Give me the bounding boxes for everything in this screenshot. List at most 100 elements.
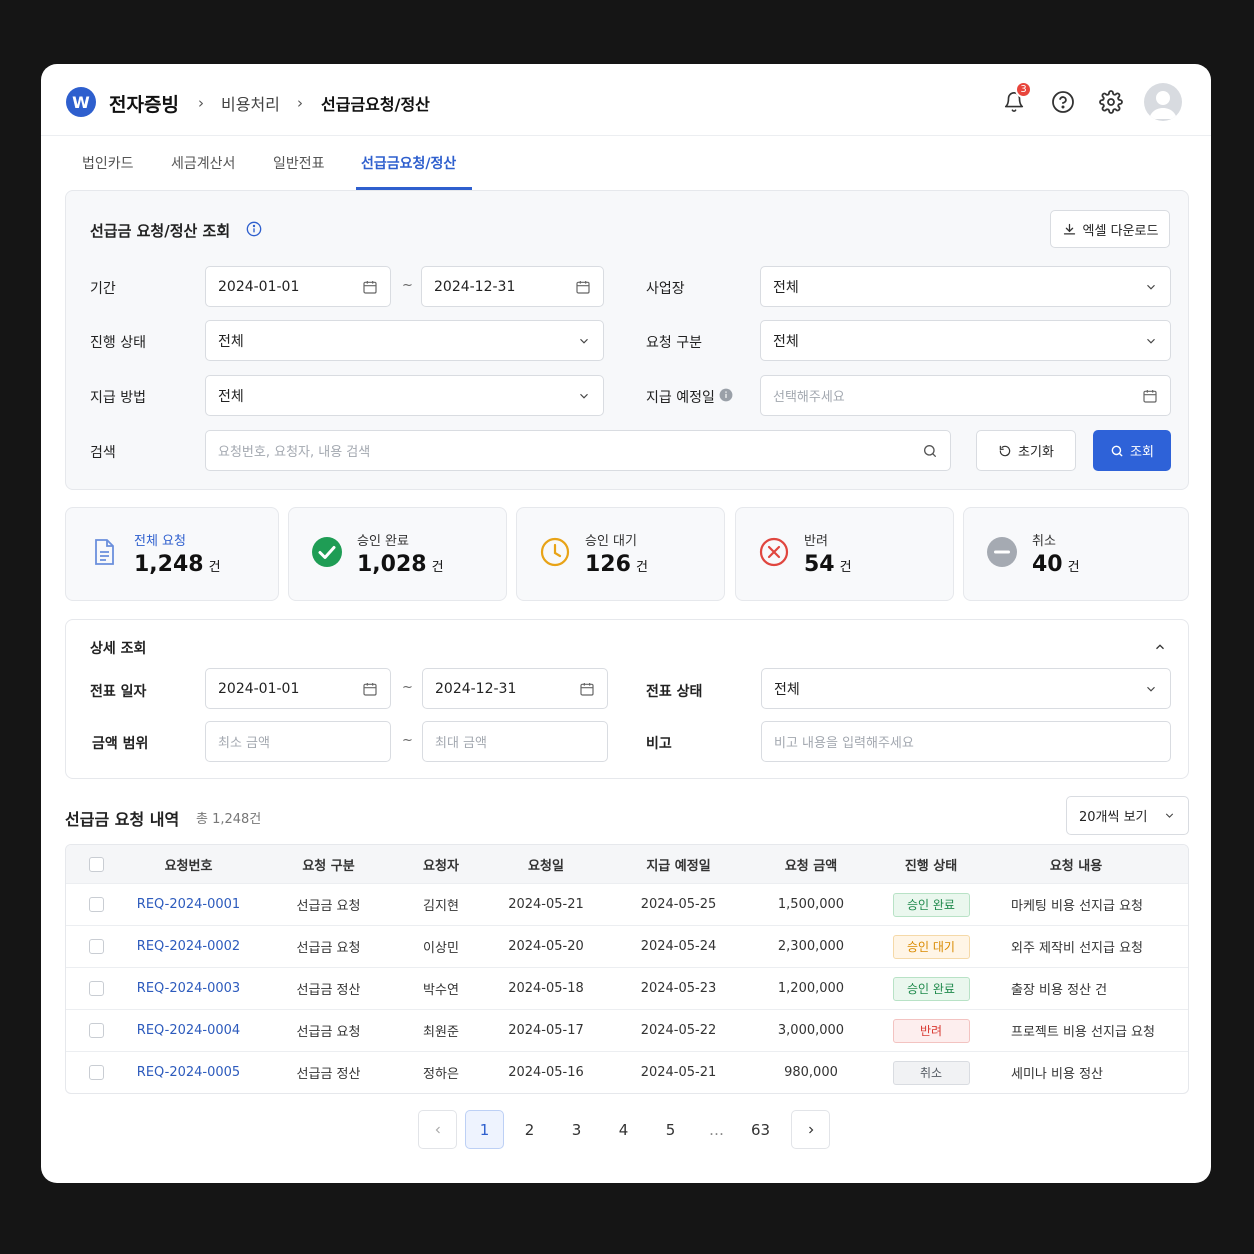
stat-card-total[interactable]: 전체 요청 1,248 건 xyxy=(65,507,279,601)
help-icon xyxy=(1052,91,1074,113)
app-logo[interactable]: W xyxy=(66,87,96,117)
site-select[interactable]: 전체 xyxy=(760,266,1171,307)
column-header[interactable]: 요청자 xyxy=(401,845,481,883)
column-header[interactable]: 요청 구분 xyxy=(266,845,391,883)
info-filled-icon[interactable] xyxy=(719,388,733,402)
row-checkbox[interactable] xyxy=(86,926,106,967)
request-number-link[interactable]: REQ-2024-0005 xyxy=(126,1052,251,1093)
row-checkbox[interactable] xyxy=(86,1010,106,1051)
doc-status-select[interactable]: 전체 xyxy=(761,668,1171,709)
column-header[interactable]: 요청번호 xyxy=(126,845,251,883)
keyword-placeholder: 요청번호, 요청자, 내용 검색 xyxy=(218,445,371,460)
breadcrumb-mid[interactable]: 비용처리 xyxy=(221,91,280,115)
request-date-cell: 2024-05-21 xyxy=(508,897,584,912)
help-button[interactable] xyxy=(1050,89,1076,115)
table-row[interactable]: REQ-2024-0002 선급금 요청 이상민 2024-05-20 2024… xyxy=(66,925,1188,967)
keyword-search-input[interactable]: 요청번호, 요청자, 내용 검색 xyxy=(205,430,951,471)
chevron-left-icon xyxy=(435,1126,440,1133)
page-button[interactable]: 4 xyxy=(604,1110,643,1149)
table-row[interactable]: REQ-2024-0005 선급금 정산 정하은 2024-05-16 2024… xyxy=(66,1051,1188,1093)
column-header[interactable]: 진행 상태 xyxy=(891,845,971,883)
tab-general-voucher[interactable]: 일반전표 xyxy=(273,153,325,173)
period-label: 기간 xyxy=(90,281,116,297)
request-table: 요청번호 요청 구분 요청자 요청일 지급 예정일 요청 금액 진행 상태 요청… xyxy=(65,844,1189,1094)
prev-page-button[interactable] xyxy=(418,1110,457,1149)
column-header[interactable]: 요청일 xyxy=(491,845,601,883)
select-all-checkbox[interactable] xyxy=(86,845,106,883)
tab-corporate-card[interactable]: 법인카드 xyxy=(82,153,134,173)
page-button[interactable]: 2 xyxy=(510,1110,549,1149)
column-header[interactable]: 요청 금액 xyxy=(756,845,866,883)
row-checkbox[interactable] xyxy=(86,968,106,1009)
top-header: W 전자증빙 › 비용처리 › 선급금요청/정산 3 xyxy=(41,64,1211,136)
chevron-up-icon[interactable] xyxy=(1153,640,1167,654)
request-number-link[interactable]: REQ-2024-0004 xyxy=(126,1010,251,1051)
doc-date-start-field[interactable]: 2024-01-01 xyxy=(205,668,391,709)
doc-status-label: 전표 상태 xyxy=(646,684,703,700)
calendar-icon xyxy=(363,280,377,294)
stat-card-approved[interactable]: 승인 완료 1,028 건 xyxy=(288,507,507,601)
page-button[interactable]: 3 xyxy=(557,1110,596,1149)
doc-status-value: 전체 xyxy=(774,681,800,698)
page-button[interactable]: 1 xyxy=(465,1110,504,1149)
request-type-select[interactable]: 전체 xyxy=(760,320,1171,361)
page-size-select[interactable]: 20개씩 보기 xyxy=(1066,796,1189,835)
stat-card-cancelled[interactable]: 취소 40 건 xyxy=(963,507,1189,601)
tab-tax-invoice[interactable]: 세금계산서 xyxy=(171,153,235,173)
doc-date-end-field[interactable]: 2024-12-31 xyxy=(422,668,608,709)
reset-icon xyxy=(999,445,1011,456)
range-separator: ~ xyxy=(402,278,413,293)
page-button-last[interactable]: 63 xyxy=(741,1110,780,1149)
info-icon[interactable] xyxy=(246,221,262,237)
chevron-down-icon xyxy=(1147,338,1155,344)
breadcrumb-app[interactable]: 전자증빙 xyxy=(109,91,179,116)
table-row[interactable]: REQ-2024-0001 선급금 요청 김지현 2024-05-21 2024… xyxy=(66,883,1188,925)
request-number-link[interactable]: REQ-2024-0001 xyxy=(126,884,251,925)
period-start-field[interactable]: 2024-01-01 xyxy=(205,266,391,307)
request-number-link[interactable]: REQ-2024-0003 xyxy=(126,968,251,1009)
requester-cell: 최원준 xyxy=(423,1025,459,1040)
table-row[interactable]: REQ-2024-0004 선급금 요청 최원준 2024-05-17 2024… xyxy=(66,1009,1188,1051)
column-header[interactable]: 요청 내용 xyxy=(996,845,1156,883)
reset-button[interactable]: 초기화 xyxy=(976,430,1076,471)
table-row[interactable]: REQ-2024-0003 선급금 정산 박수연 2024-05-18 2024… xyxy=(66,967,1188,1009)
pay-date-field[interactable]: 선택해주세요 xyxy=(760,375,1171,416)
excel-download-label: 엑셀 다운로드 xyxy=(1082,223,1159,239)
document-icon xyxy=(95,539,114,565)
chevron-right-icon: › xyxy=(297,94,303,112)
check-circle-icon xyxy=(312,537,342,567)
page-button[interactable]: 5 xyxy=(651,1110,690,1149)
pay-method-select[interactable]: 전체 xyxy=(205,375,604,416)
progress-status-select[interactable]: 전체 xyxy=(205,320,604,361)
row-checkbox[interactable] xyxy=(86,1052,106,1093)
status-cell: 승인 완료 xyxy=(891,968,971,1009)
stat-card-rejected[interactable]: 반려 54 건 xyxy=(735,507,954,601)
excel-download-button[interactable]: 엑셀 다운로드 xyxy=(1050,210,1170,248)
amount-min-input[interactable]: 최소 금액 xyxy=(205,721,391,762)
search-button-label: 조회 xyxy=(1130,445,1154,460)
settings-button[interactable] xyxy=(1098,89,1124,115)
user-avatar[interactable] xyxy=(1144,83,1182,121)
amount-max-input[interactable]: 최대 금액 xyxy=(422,721,608,762)
requester-cell: 박수연 xyxy=(423,983,459,998)
page-ellipsis: … xyxy=(709,1120,724,1139)
breadcrumb-current: 선급금요청/정산 xyxy=(321,95,430,114)
request-number-link[interactable]: REQ-2024-0002 xyxy=(126,926,251,967)
next-page-button[interactable] xyxy=(791,1110,830,1149)
search-button[interactable]: 조회 xyxy=(1093,430,1171,471)
amount-cell: 1,200,000 xyxy=(777,981,845,996)
note-input[interactable]: 비고 내용을 입력해주세요 xyxy=(761,721,1171,762)
content-cell: 프로젝트 비용 선지급 요청 xyxy=(1011,1025,1155,1040)
column-header[interactable]: 지급 예정일 xyxy=(621,845,736,883)
row-checkbox[interactable] xyxy=(86,884,106,925)
tab-advance-payment[interactable]: 선급금요청/정산 xyxy=(361,153,456,173)
status-cell: 반려 xyxy=(891,1010,971,1051)
search-panel: 선급금 요청/정산 조회 엑셀 다운로드 기간 2024-01-01 ~ 202… xyxy=(65,190,1189,490)
chevron-down-icon xyxy=(1147,686,1155,692)
content-cell: 마케팅 비용 선지급 요청 xyxy=(1011,899,1143,914)
notification-button[interactable]: 3 xyxy=(1001,81,1032,115)
range-separator: ~ xyxy=(402,733,413,748)
stat-card-pending[interactable]: 승인 대기 126 건 xyxy=(516,507,725,601)
period-end-field[interactable]: 2024-12-31 xyxy=(421,266,604,307)
amount-cell: 3,000,000 xyxy=(777,1023,845,1038)
